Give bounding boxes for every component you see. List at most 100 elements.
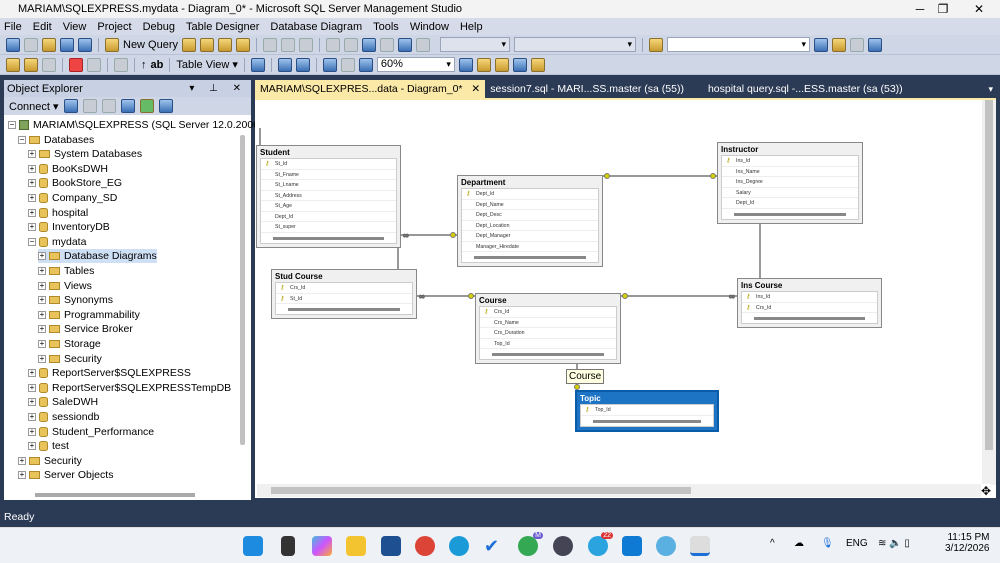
table-scrollbar[interactable] [492,353,604,356]
column-row[interactable]: St_Fname [261,170,396,180]
table-name: Department [461,178,506,187]
clock[interactable]: 11:15 PM 3/12/2026 [945,532,990,554]
table-name: Instructor [721,145,759,154]
column-name: Dept_Id [476,191,495,197]
column-name: St_Id [290,295,303,302]
column-name: Ins_Id [756,294,771,300]
pk-end-icon [710,173,716,179]
column-name: Dept_Manager [476,233,511,239]
vscode-icon[interactable] [622,536,642,556]
column-name: Manager_Hiredate [476,243,519,250]
table-scrollbar[interactable] [734,212,846,216]
primary-key-icon: ⚷ [466,191,471,197]
table-scrollbar[interactable] [288,308,400,311]
column-row[interactable]: St_Age [261,201,396,212]
chrome-profile-icon[interactable]: M [518,532,543,556]
column-row[interactable]: Top_Id [480,339,616,349]
column-row[interactable]: Salary [722,188,858,198]
show-hidden-icons[interactable]: ^ [770,538,775,549]
column-row[interactable]: St_super [261,222,396,233]
column-row[interactable]: Ins_Degree [722,177,858,188]
column-list: ⚷ Dept_Id Dept_Name Dept_Desc Dept_Location D… [461,188,599,263]
column-row[interactable]: Dept_Name [462,200,598,210]
taskbar: ✔ M 22 ^ ☁ 🎙 ENG ≋ 🔈 ▯ 11:15 PM 3/12/2026 [0,527,1000,563]
pk-end-icon [574,384,580,390]
table-inscourse[interactable]: Ins Course ⚷ Ins_Id ⚷ Crs_Id [737,278,882,328]
copilot-icon[interactable] [312,536,332,556]
column-row[interactable]: ⚷ St_Id [276,294,412,304]
app-icon[interactable] [553,536,573,556]
ssms-icon[interactable] [690,536,710,556]
table-name: Topic [580,394,601,403]
column-row[interactable]: Dept_Id [261,212,396,222]
table-course[interactable]: Course ⚷ Crs_Id Crs_Name Crs_Duration Top_Id [475,293,621,364]
language-indicator[interactable]: ENG [846,538,868,549]
edge-icon[interactable] [449,536,469,556]
diagram-horizontal-scrollbar[interactable] [257,484,982,497]
file-explorer-icon[interactable] [346,536,366,556]
table-scrollbar[interactable] [754,317,865,320]
app-icon-2[interactable] [656,536,676,556]
table-scrollbar[interactable] [273,236,384,240]
table-instructor[interactable]: Instructor ⚷ Ins_Id Ins_Name Ins_Degree Salar… [717,142,863,224]
column-row[interactable]: Dept_Desc [462,210,598,221]
table-name: Stud Course [275,272,323,281]
wifi-volume-battery-icons[interactable]: ≋ 🔈 ▯ [878,538,910,549]
start-icon[interactable] [243,536,263,556]
microphone-icon[interactable]: 🎙 [821,538,834,549]
column-name: Crs_Name [494,319,519,326]
primary-key-icon: ⚷ [484,309,489,315]
table-name: Ins Course [741,281,783,290]
store-icon[interactable] [381,536,401,556]
column-row[interactable]: ⚷ Ins_Id [722,156,858,167]
column-row[interactable]: ⚷ Crs_Id [480,307,616,318]
table-studcourse[interactable]: Stud Course ⚷ Crs_Id ⚷ St_Id [271,269,417,319]
column-row[interactable]: ⚷ Crs_Id [742,303,877,313]
column-row[interactable]: Dept_Id [722,198,858,209]
table-scrollbar[interactable] [593,419,701,423]
column-row[interactable]: ⚷ Crs_Id [276,283,412,294]
column-list: ⚷ Ins_Id ⚷ Crs_Id [741,291,878,324]
diagram-vertical-scrollbar[interactable] [982,100,996,485]
column-row[interactable]: St_Lname [261,180,396,191]
table-department[interactable]: Department ⚷ Dept_Id Dept_Name Dept_Desc Dept… [457,175,603,267]
todo-icon[interactable]: ✔ [484,536,504,556]
column-name: St_Id [275,161,288,167]
column-name: St_Lname [275,182,299,188]
column-row[interactable]: ⚷ Ins_Id [742,292,877,303]
column-row[interactable]: ⚷ Top_Id [581,405,713,416]
telegram-icon[interactable]: 22 [588,532,613,556]
column-row[interactable]: Crs_Duration [480,328,616,339]
primary-key-icon: ⚷ [746,304,751,311]
column-list: ⚷ Crs_Id ⚷ St_Id [275,282,413,315]
task-view-icon[interactable] [281,536,295,556]
column-row[interactable]: Dept_Manager [462,231,598,242]
resize-move-icon[interactable]: ✥ [981,484,992,498]
column-row[interactable]: ⚷ Dept_Id [462,189,598,200]
primary-key-icon: ⚷ [265,161,270,167]
onedrive-icon[interactable]: ☁ [794,538,804,549]
column-row[interactable]: Ins_Name [722,167,858,177]
column-name: Crs_Id [494,309,510,315]
column-name: Top_Id [494,340,510,347]
date: 3/12/2026 [945,543,990,554]
column-name: Dept_Desc [476,212,502,218]
table-scrollbar[interactable] [474,256,586,259]
column-name: St_Address [275,192,302,199]
column-name: Dept_Id [736,200,755,206]
column-list: ⚷ Top_Id [580,404,714,427]
column-row[interactable]: Crs_Name [480,318,616,328]
column-name: Crs_Id [290,285,306,291]
column-row[interactable]: St_Address [261,191,396,201]
column-row[interactable]: ⚷ St_Id [261,159,396,170]
pk-end-icon [450,232,456,238]
column-row[interactable]: Manager_Hiredate [462,242,598,252]
table-student[interactable]: Student ⚷ St_Id St_Fname St_Lname St_Address S… [256,145,401,248]
infinity-end-icon: ∞ [403,231,409,240]
time: 11:15 PM [947,532,990,543]
infinity-end-icon: ∞ [729,292,735,301]
chrome-icon[interactable] [415,536,435,556]
table-topic[interactable]: Topic ⚷ Top_Id [575,390,719,432]
column-name: Dept_Id [275,213,294,220]
column-row[interactable]: Dept_Location [462,221,598,231]
